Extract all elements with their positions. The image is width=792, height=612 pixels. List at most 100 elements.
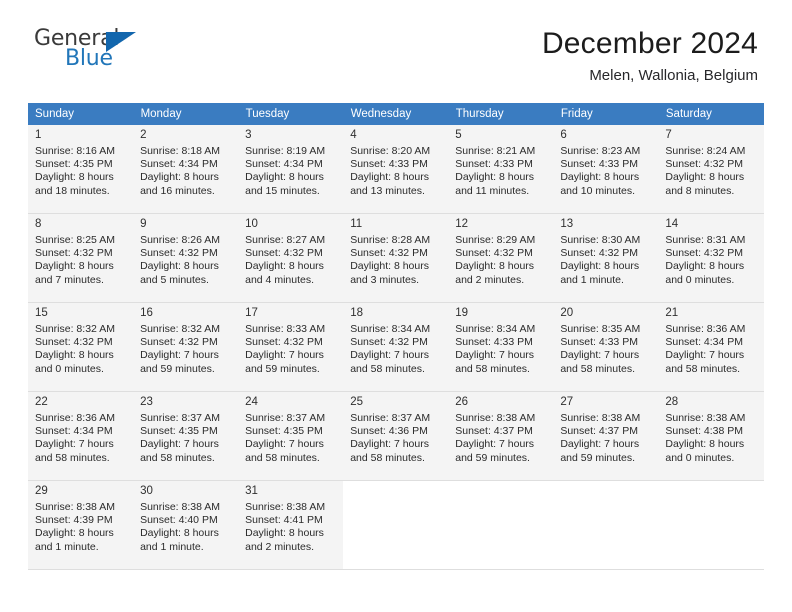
calendar-day-cell[interactable]: 19 Sunrise: 8:34 AM Sunset: 4:33 PM Dayligh…: [448, 302, 554, 392]
day-cell-content: 10 Sunrise: 8:27 AM Sunset: 4:32 PM Dayligh…: [238, 214, 344, 302]
daylight-text-line1: Daylight: 8 hours: [140, 527, 219, 540]
page-title: December 2024: [541, 27, 758, 60]
day-cell-content: 25 Sunrise: 8:37 AM Sunset: 4:36 PM Dayligh…: [343, 392, 449, 480]
daylight-text-line1: Daylight: 8 hours: [140, 171, 219, 184]
day-number: 2: [140, 129, 147, 141]
day-number: 24: [245, 396, 258, 408]
day-cell-content: [553, 481, 659, 569]
calendar-cell-empty: [448, 480, 554, 570]
calendar-day-cell[interactable]: 11 Sunrise: 8:28 AM Sunset: 4:32 PM Dayligh…: [343, 213, 449, 303]
sunset-text: Sunset: 4:33 PM: [350, 158, 428, 171]
daylight-text-line2: and 59 minutes.: [245, 362, 320, 375]
calendar-day-cell[interactable]: 26 Sunrise: 8:38 AM Sunset: 4:37 PM Dayligh…: [448, 391, 554, 481]
daylight-text-line1: Daylight: 8 hours: [245, 260, 324, 273]
logo-text-blue: Blue: [65, 46, 113, 71]
daylight-text-line1: Daylight: 8 hours: [560, 260, 640, 273]
daylight-text-line1: Daylight: 8 hours: [35, 260, 114, 273]
day-number: 3: [245, 129, 252, 141]
daylight-text-line2: and 1 minute.: [140, 540, 204, 553]
sunset-text: Sunset: 4:41 PM: [245, 514, 323, 527]
day-cell-content: 5 Sunrise: 8:21 AM Sunset: 4:33 PM Daylight…: [448, 125, 554, 213]
daylight-text-line2: and 58 minutes.: [350, 451, 425, 464]
day-number: 23: [140, 396, 153, 408]
calendar-day-cell[interactable]: 29 Sunrise: 8:38 AM Sunset: 4:39 PM Dayligh…: [28, 480, 134, 570]
calendar-day-cell[interactable]: 21 Sunrise: 8:36 AM Sunset: 4:34 PM Dayligh…: [658, 302, 764, 392]
calendar-day-cell[interactable]: 17 Sunrise: 8:33 AM Sunset: 4:32 PM Dayligh…: [238, 302, 344, 392]
calendar-day-cell[interactable]: 10 Sunrise: 8:27 AM Sunset: 4:32 PM Dayligh…: [238, 213, 344, 303]
daylight-text-line2: and 58 minutes.: [455, 362, 530, 375]
calendar-day-cell[interactable]: 27 Sunrise: 8:38 AM Sunset: 4:37 PM Dayligh…: [553, 391, 659, 481]
sunset-text: Sunset: 4:37 PM: [455, 425, 533, 438]
calendar-day-cell[interactable]: 18 Sunrise: 8:34 AM Sunset: 4:32 PM Dayligh…: [343, 302, 449, 392]
calendar-day-cell[interactable]: 23 Sunrise: 8:37 AM Sunset: 4:35 PM Dayligh…: [133, 391, 239, 481]
sunrise-text: Sunrise: 8:28 AM: [350, 234, 431, 246]
general-blue-logo[interactable]: General Blue: [34, 26, 144, 72]
calendar-day-cell[interactable]: 12 Sunrise: 8:29 AM Sunset: 4:32 PM Dayligh…: [448, 213, 554, 303]
calendar-day-cell[interactable]: 8 Sunrise: 8:25 AM Sunset: 4:32 PM Daylight…: [28, 213, 134, 303]
day-number: 12: [455, 218, 469, 230]
calendar-day-cell[interactable]: 30 Sunrise: 8:38 AM Sunset: 4:40 PM Dayligh…: [133, 480, 239, 570]
calendar-day-cell[interactable]: 28 Sunrise: 8:38 AM Sunset: 4:38 PM Dayligh…: [658, 391, 764, 481]
calendar-header-row: Sunday Monday Tuesday Wednesday Thursday…: [28, 103, 765, 125]
day-cell-content: 17 Sunrise: 8:33 AM Sunset: 4:32 PM Dayligh…: [238, 303, 344, 391]
calendar-cell-empty: [343, 480, 449, 570]
daylight-text-line2: and 2 minutes.: [455, 273, 525, 286]
sunrise-text: Sunrise: 8:36 AM: [665, 323, 746, 335]
day-number: [560, 484, 651, 486]
daylight-text-line1: Daylight: 8 hours: [35, 171, 114, 184]
sunrise-text: Sunrise: 8:38 AM: [35, 501, 115, 513]
calendar-day-cell[interactable]: 22 Sunrise: 8:36 AM Sunset: 4:34 PM Dayligh…: [28, 391, 134, 481]
sunset-text: Sunset: 4:32 PM: [350, 247, 428, 260]
daylight-text-line2: and 0 minutes.: [665, 273, 735, 286]
sunrise-text: Sunrise: 8:31 AM: [665, 234, 746, 246]
sunset-text: Sunset: 4:40 PM: [140, 514, 218, 527]
day-number: 26: [455, 396, 469, 408]
calendar-day-cell[interactable]: 15 Sunrise: 8:32 AM Sunset: 4:32 PM Dayligh…: [28, 302, 134, 392]
calendar-day-cell[interactable]: 1 Sunrise: 8:16 AM Sunset: 4:35 PM Daylight…: [28, 125, 134, 214]
daylight-text-line2: and 15 minutes.: [245, 184, 320, 197]
sunrise-text: Sunrise: 8:29 AM: [455, 234, 536, 246]
daylight-text-line2: and 2 minutes.: [245, 540, 315, 553]
sunrise-text: Sunrise: 8:19 AM: [245, 145, 326, 157]
day-cell-content: [448, 481, 554, 569]
calendar-day-cell[interactable]: 14 Sunrise: 8:31 AM Sunset: 4:32 PM Dayligh…: [658, 213, 764, 303]
calendar-day-cell[interactable]: 2 Sunrise: 8:18 AM Sunset: 4:34 PM Daylight…: [133, 125, 239, 214]
calendar-day-cell[interactable]: 24 Sunrise: 8:37 AM Sunset: 4:35 PM Dayligh…: [238, 391, 344, 481]
daylight-text-line2: and 58 minutes.: [560, 362, 636, 375]
calendar-day-cell[interactable]: 5 Sunrise: 8:21 AM Sunset: 4:33 PM Daylight…: [448, 125, 554, 214]
calendar-day-cell[interactable]: 13 Sunrise: 8:30 AM Sunset: 4:32 PM Dayligh…: [553, 213, 659, 303]
day-number: 7: [665, 129, 672, 141]
day-number: 14: [665, 218, 679, 230]
calendar-week-row: 1 Sunrise: 8:16 AM Sunset: 4:35 PM Daylight…: [28, 125, 764, 214]
daylight-text-line1: Daylight: 8 hours: [665, 438, 745, 451]
day-number: 5: [455, 129, 462, 141]
calendar-day-cell[interactable]: 7 Sunrise: 8:24 AM Sunset: 4:32 PM Daylight…: [658, 125, 764, 214]
sunset-text: Sunset: 4:34 PM: [35, 425, 113, 438]
calendar-day-cell[interactable]: 31 Sunrise: 8:38 AM Sunset: 4:41 PM Dayligh…: [238, 480, 344, 570]
sunrise-text: Sunrise: 8:36 AM: [35, 412, 115, 424]
calendar-day-cell[interactable]: 9 Sunrise: 8:26 AM Sunset: 4:32 PM Daylight…: [133, 213, 239, 303]
day-number: 15: [35, 307, 48, 319]
day-number: [350, 484, 441, 486]
daylight-text-line1: Daylight: 7 hours: [35, 438, 114, 451]
day-number: 10: [245, 218, 258, 230]
sunset-text: Sunset: 4:32 PM: [35, 336, 113, 349]
day-number: 1: [35, 129, 42, 141]
sunset-text: Sunset: 4:33 PM: [560, 158, 638, 171]
sunrise-text: Sunrise: 8:34 AM: [455, 323, 536, 335]
sunset-text: Sunset: 4:33 PM: [455, 336, 533, 349]
calendar-day-cell[interactable]: 20 Sunrise: 8:35 AM Sunset: 4:33 PM Dayligh…: [553, 302, 659, 392]
day-number: 21: [665, 307, 679, 319]
daylight-text-line1: Daylight: 7 hours: [665, 349, 745, 362]
calendar-day-cell[interactable]: 25 Sunrise: 8:37 AM Sunset: 4:36 PM Dayligh…: [343, 391, 449, 481]
sunset-text: Sunset: 4:35 PM: [35, 158, 113, 171]
calendar-day-cell[interactable]: 16 Sunrise: 8:32 AM Sunset: 4:32 PM Dayligh…: [133, 302, 239, 392]
calendar-day-cell[interactable]: 4 Sunrise: 8:20 AM Sunset: 4:33 PM Daylight…: [343, 125, 449, 214]
calendar-day-cell[interactable]: 6 Sunrise: 8:23 AM Sunset: 4:33 PM Daylight…: [553, 125, 659, 214]
calendar-day-cell[interactable]: 3 Sunrise: 8:19 AM Sunset: 4:34 PM Daylight…: [238, 125, 344, 214]
sunset-text: Sunset: 4:32 PM: [560, 247, 638, 260]
sunset-text: Sunset: 4:38 PM: [665, 425, 744, 438]
daylight-text-line2: and 59 minutes.: [560, 451, 636, 464]
sunset-text: Sunset: 4:32 PM: [455, 247, 533, 260]
sunset-text: Sunset: 4:32 PM: [665, 158, 744, 171]
